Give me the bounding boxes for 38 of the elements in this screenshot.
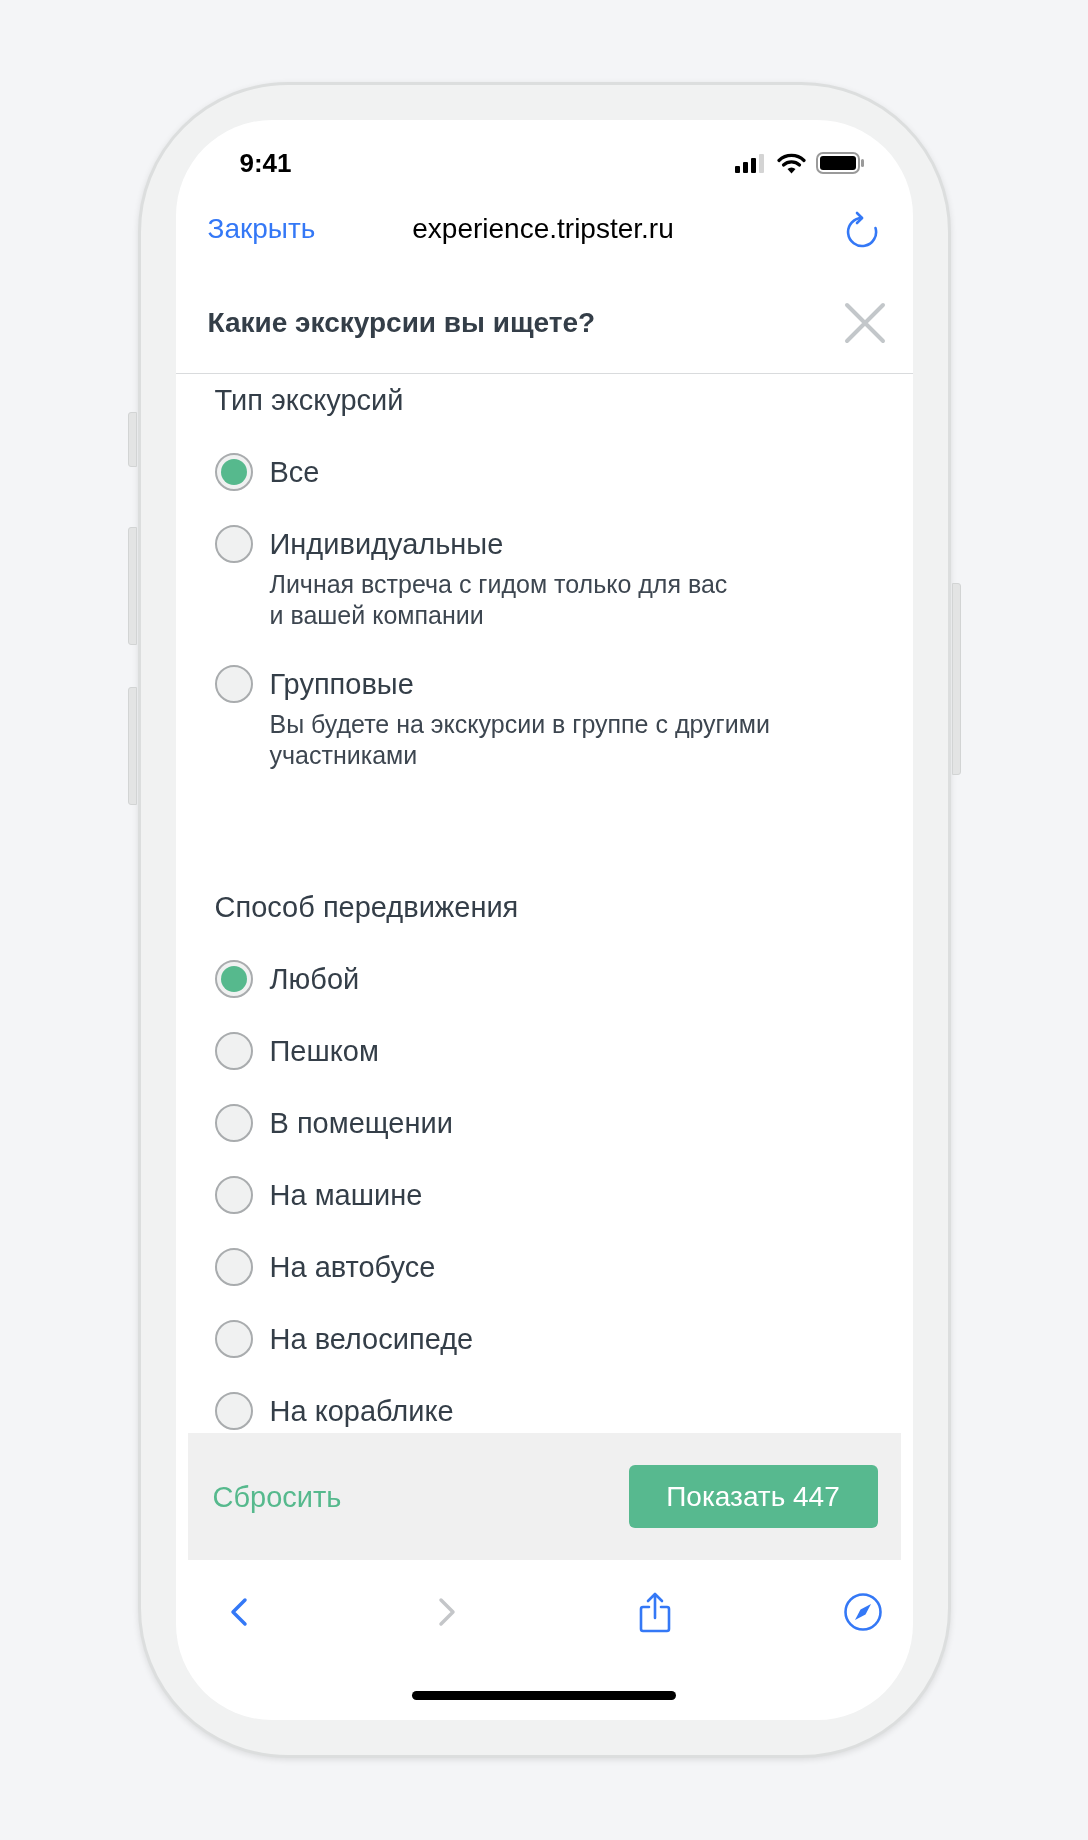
radio-button[interactable] xyxy=(214,525,253,563)
dialog-title: Какие экскурсии вы ищете? xyxy=(207,306,596,340)
section-title: Тип экскурсий xyxy=(214,383,405,417)
share-icon[interactable] xyxy=(638,1591,671,1633)
option-label: Все xyxy=(269,455,320,490)
radio-button[interactable] xyxy=(214,1104,253,1142)
section-title: Способ передвижения xyxy=(214,890,520,924)
radio-button[interactable] xyxy=(214,1392,253,1430)
option-label: Индивидуальные xyxy=(269,527,505,562)
close-link[interactable]: Закрыть xyxy=(207,212,316,246)
signal-icon xyxy=(734,153,767,173)
option-label: На велосипеде xyxy=(269,1322,474,1357)
url-text: experience.tripster.ru xyxy=(412,212,674,246)
reload-icon[interactable] xyxy=(844,210,879,248)
radio-button[interactable] xyxy=(214,1176,253,1214)
option-label: Пешком xyxy=(269,1034,379,1069)
chevron-left-icon[interactable] xyxy=(229,1597,248,1627)
option-description: Вы будете на экскурсии в группе с другими участниками xyxy=(269,709,770,771)
radio-button[interactable] xyxy=(214,1248,253,1286)
reset-link[interactable]: Сбросить xyxy=(212,1479,342,1514)
close-icon[interactable] xyxy=(843,302,886,344)
show-results-button[interactable]: Показать 447 xyxy=(628,1465,878,1528)
option-label: Групповые xyxy=(269,667,415,702)
battery-icon xyxy=(815,152,864,174)
radio-button[interactable] xyxy=(214,1032,253,1070)
radio-button[interactable] xyxy=(214,1320,253,1358)
radio-button[interactable] xyxy=(214,665,253,703)
option-description: Личная встреча с гидом только для вас и вашей компании xyxy=(269,569,728,631)
radio-button[interactable] xyxy=(214,453,253,491)
option-label: В помещении xyxy=(269,1106,453,1141)
radio-button[interactable] xyxy=(214,960,253,998)
option-label: На автобусе xyxy=(269,1250,436,1285)
option-label: На кораблике xyxy=(269,1394,454,1429)
option-label: Любой xyxy=(269,962,360,997)
compass-icon[interactable] xyxy=(843,1593,882,1631)
option-label: На машине xyxy=(269,1178,423,1213)
wifi-icon xyxy=(776,152,806,174)
status-time: 9:41 xyxy=(239,148,292,178)
